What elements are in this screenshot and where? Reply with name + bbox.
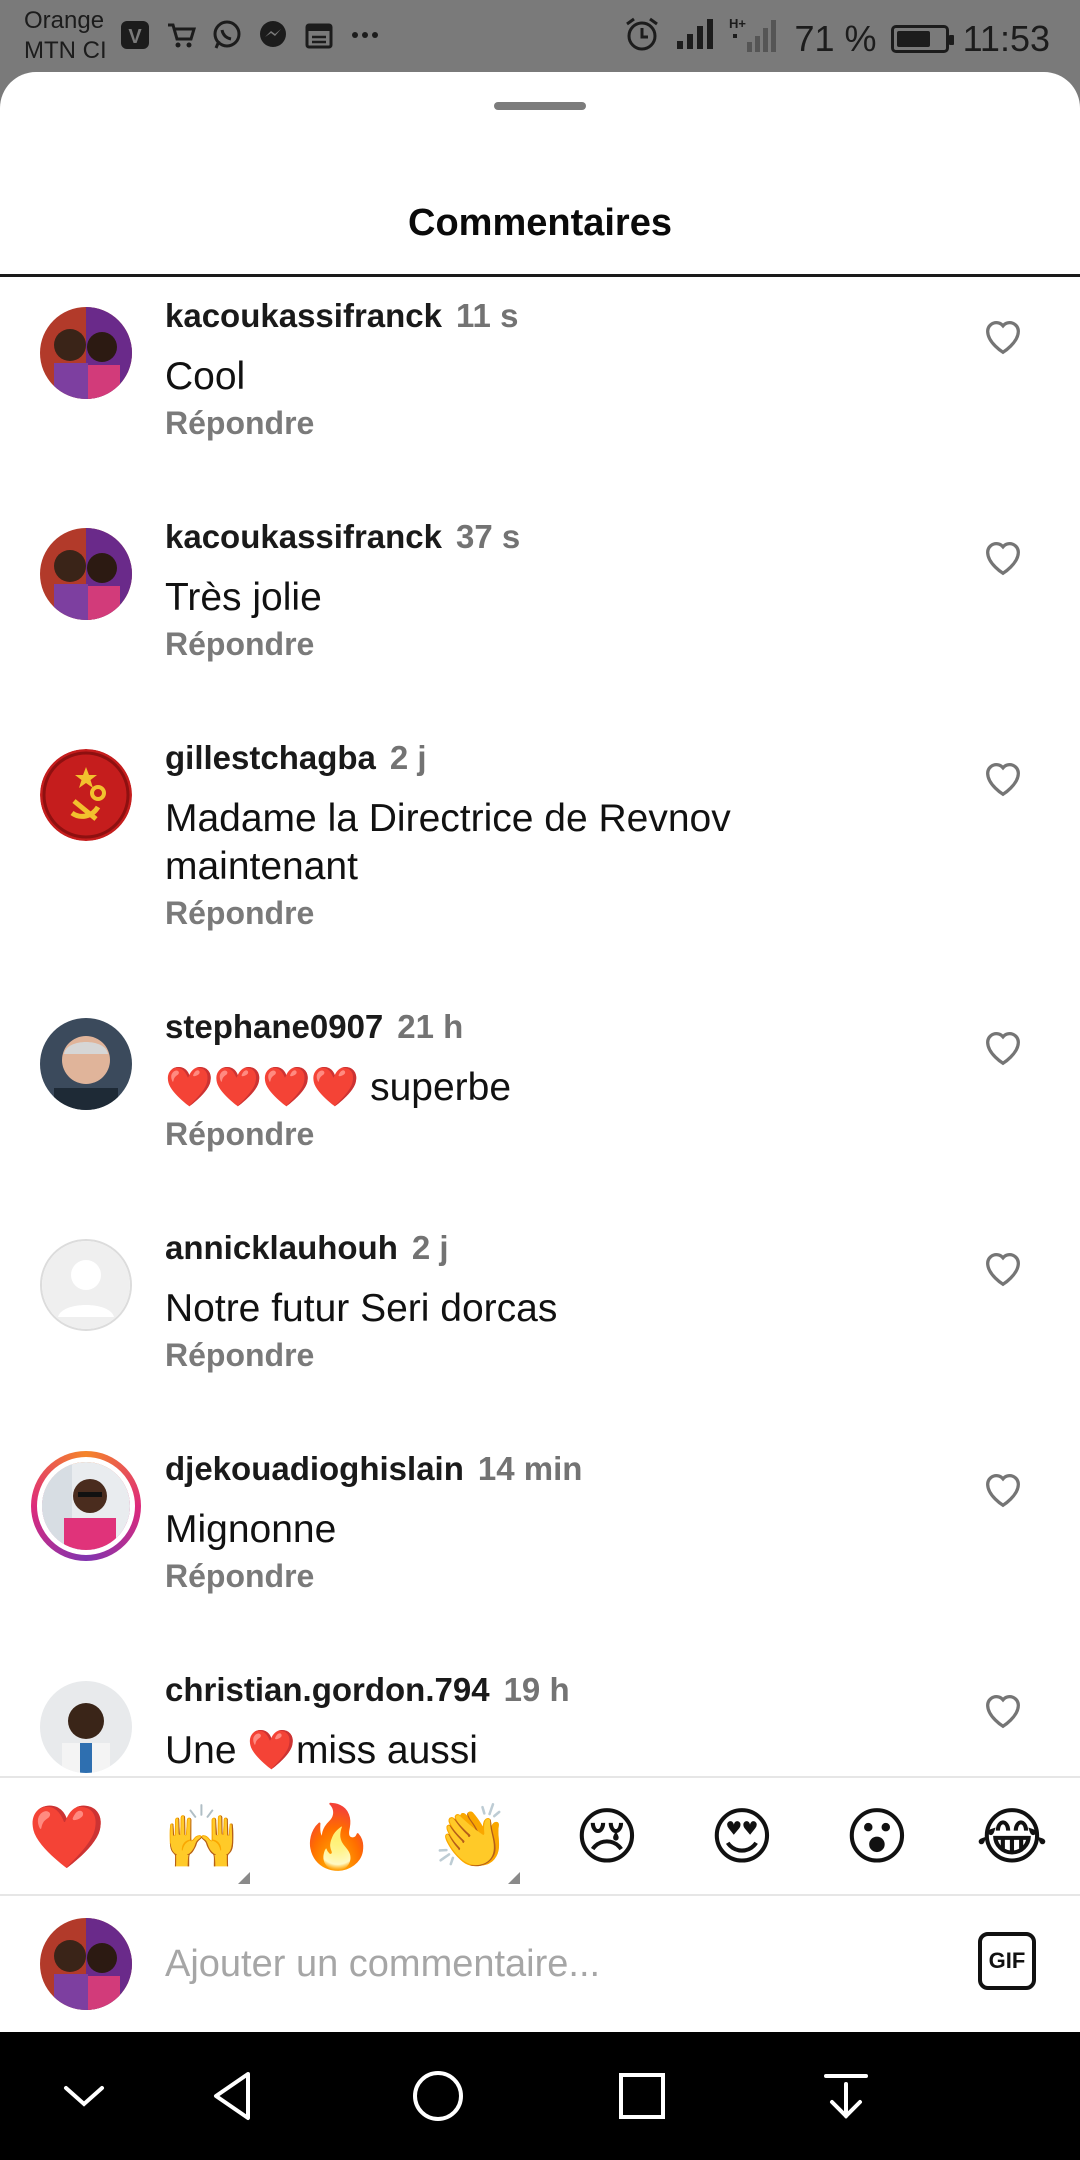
comment-meta: gillestchagba 2 j	[165, 739, 427, 777]
comment-meta: stephane0907 21 h	[165, 1008, 463, 1046]
emoji-crying-button[interactable]: 😢	[567, 1798, 647, 1878]
emoji-laughing-button[interactable]: 😂	[972, 1798, 1052, 1878]
comment-time: 37 s	[456, 518, 521, 555]
default-avatar-icon[interactable]	[40, 1239, 132, 1331]
like-heart-icon[interactable]	[980, 1024, 1026, 1070]
comment-meta: kacoukassifranck 11 s	[165, 297, 518, 335]
like-heart-icon[interactable]	[980, 534, 1026, 580]
emoji-raising-hands-glyph: 🙌	[163, 1803, 241, 1872]
avatar[interactable]	[40, 749, 132, 841]
more-icon	[348, 18, 382, 52]
emoji-heart-button[interactable]: ❤️	[27, 1798, 107, 1878]
current-user-avatar	[40, 1918, 132, 2010]
clock: 11:53	[962, 17, 1050, 59]
comment-text: Une ❤️miss aussi	[165, 1729, 478, 1772]
comments-sheet: Commentaires kacoukassifranck 11 s Cool R…	[0, 72, 1080, 2032]
battery-percent: 71 %	[794, 17, 877, 59]
comment-text: Notre futur Seri dorcas	[165, 1287, 558, 1330]
signal-icon	[675, 17, 715, 60]
hide-nav-chevron-icon[interactable]	[54, 2066, 114, 2126]
back-icon[interactable]	[204, 2066, 264, 2126]
comment-username[interactable]: kacoukassifranck	[165, 518, 442, 555]
comment-list[interactable]: kacoukassifranck 11 s Cool Répondre kacou…	[0, 277, 1080, 1848]
comment-text: Très jolie	[165, 576, 322, 619]
messenger-icon	[256, 18, 290, 52]
comment-text: ❤️❤️❤️❤️ superbe	[165, 1066, 512, 1109]
comment-username[interactable]: stephane0907	[165, 1008, 383, 1045]
like-heart-icon[interactable]	[980, 1687, 1026, 1733]
emoji-reaction-bar: ❤️ 🙌 🔥 👏 😢 😍 😮 😂	[0, 1776, 1080, 1896]
avatar[interactable]	[40, 1018, 132, 1110]
reply-button[interactable]: Répondre	[165, 1337, 314, 1374]
calendar-icon	[302, 18, 336, 52]
carrier-label: Orange MTN CI	[24, 6, 107, 66]
comment-username[interactable]: annicklauhouh	[165, 1229, 398, 1266]
status-bar: Orange MTN CI V H+ 71 % 11:53	[0, 0, 1080, 72]
comment-time: 19 h	[503, 1671, 570, 1708]
avatar[interactable]	[40, 307, 132, 399]
reply-button[interactable]: Répondre	[165, 626, 314, 663]
alarm-icon	[623, 15, 661, 62]
comment-time: 2 j	[411, 1229, 449, 1266]
battery-icon	[890, 24, 954, 53]
comment-time: 11 s	[456, 297, 519, 334]
svg-text:V: V	[128, 26, 142, 48]
comment-meta: kacoukassifranck 37 s	[165, 518, 520, 556]
skin-tone-caret-icon	[238, 1872, 250, 1884]
reply-button[interactable]: Répondre	[165, 1116, 314, 1153]
battery-fill	[896, 30, 930, 47]
comment-username[interactable]: gillestchagba	[165, 739, 376, 776]
comment-username[interactable]: djekouadioghislain	[165, 1450, 464, 1487]
hplus-signal-icon: H+	[729, 14, 781, 63]
comment-time: 21 h	[397, 1008, 464, 1045]
emoji-clap-glyph: 👏	[433, 1803, 511, 1872]
system-nav-bar	[0, 2032, 1080, 2160]
system-indicators: H+ 71 % 11:53	[623, 14, 1050, 63]
emoji-fire-button[interactable]: 🔥	[297, 1798, 377, 1878]
emoji-surprised-button[interactable]: 😮	[837, 1798, 917, 1878]
reply-button[interactable]: Répondre	[165, 895, 314, 932]
comment-composer: GIF	[0, 1896, 1080, 2032]
comment-text: Mignonne	[165, 1508, 337, 1551]
sheet-title: Commentaires	[408, 202, 672, 244]
avatar[interactable]	[40, 1681, 132, 1773]
comment-input[interactable]	[165, 1930, 945, 1998]
comment-text: Madame la Directrice de Revnov maintenan…	[165, 797, 731, 888]
cart-icon	[164, 18, 198, 52]
avatar[interactable]	[40, 528, 132, 620]
gif-button[interactable]: GIF	[978, 1932, 1036, 1990]
reply-button[interactable]: Répondre	[165, 405, 314, 442]
emoji-clap-button[interactable]: 👏	[432, 1798, 520, 1884]
whatsapp-icon	[210, 18, 244, 52]
like-heart-icon[interactable]	[980, 1245, 1026, 1291]
carrier-line-1: Orange	[24, 7, 105, 34]
svg-text:H+: H+	[729, 16, 746, 31]
emoji-raising-hands-button[interactable]: 🙌	[162, 1798, 250, 1884]
notification-pull-down-icon[interactable]	[816, 2066, 876, 2126]
comment-meta: annicklauhouh 2 j	[165, 1229, 449, 1267]
comment-meta: christian.gordon.794 19 h	[165, 1671, 570, 1709]
story-avatar[interactable]	[31, 1451, 141, 1561]
carrier-line-2: MTN CI	[24, 37, 107, 64]
comment-meta: djekouadioghislain 14 min	[165, 1450, 582, 1488]
like-heart-icon[interactable]	[980, 313, 1026, 359]
like-heart-icon[interactable]	[980, 755, 1026, 801]
reply-button[interactable]: Répondre	[165, 1558, 314, 1595]
viber-icon: V	[118, 18, 152, 52]
skin-tone-caret-icon	[508, 1872, 520, 1884]
comment-username[interactable]: kacoukassifranck	[165, 297, 442, 334]
home-icon[interactable]	[408, 2066, 468, 2126]
recents-icon[interactable]	[612, 2066, 672, 2126]
comment-text: Cool	[165, 355, 246, 398]
comment-time: 14 min	[477, 1450, 583, 1487]
emoji-heart-eyes-button[interactable]: 😍	[702, 1798, 782, 1878]
comment-username[interactable]: christian.gordon.794	[165, 1671, 490, 1708]
notification-icons: V	[118, 18, 382, 52]
like-heart-icon[interactable]	[980, 1466, 1026, 1512]
comment-time: 2 j	[389, 739, 427, 776]
sheet-drag-handle[interactable]	[494, 102, 586, 110]
